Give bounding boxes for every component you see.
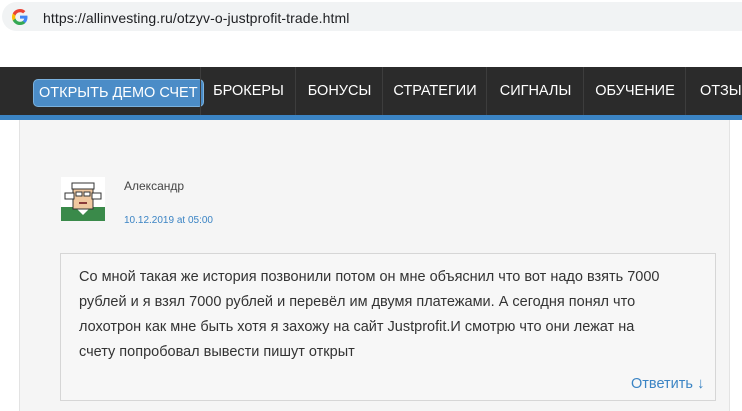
open-demo-account-button[interactable]: ОТКРЫТЬ ДЕМО СЧЕТ xyxy=(33,79,204,107)
reply-link[interactable]: Ответить ↓ xyxy=(631,375,704,392)
comment-author: Александр xyxy=(124,179,185,193)
google-g-icon xyxy=(12,9,28,25)
avatar-icon xyxy=(61,177,105,221)
reply-label: Ответить xyxy=(631,376,693,392)
nav-item-reviews[interactable]: ОТЗЫВЫ xyxy=(685,67,742,115)
nav-item-strategies[interactable]: СТРАТЕГИИ xyxy=(382,67,487,115)
nav-item-signals[interactable]: СИГНАЛЫ xyxy=(486,67,584,115)
nav-item-education[interactable]: ОБУЧЕНИЕ xyxy=(583,67,686,115)
arrow-down-icon: ↓ xyxy=(696,375,705,392)
comment-date[interactable]: 10.12.2019 at 05:00 xyxy=(124,215,213,226)
url-field[interactable]: https://allinvesting.ru/otzyv-o-justprof… xyxy=(2,2,742,31)
comment-line: лохотрон как мне быть хотя я захожу на с… xyxy=(79,319,635,335)
url-text: https://allinvesting.ru/otzyv-o-justprof… xyxy=(43,10,350,26)
nav-item-brokers[interactable]: БРОКЕРЫ xyxy=(200,67,296,115)
address-bar: https://allinvesting.ru/otzyv-o-justprof… xyxy=(0,0,742,34)
comment-line: Со мной такая же история позвонили потом… xyxy=(79,269,660,285)
main-nav: ОТКРЫТЬ ДЕМО СЧЕТ БРОКЕРЫ БОНУСЫ СТРАТЕГ… xyxy=(0,67,742,120)
nav-item-bonuses[interactable]: БОНУСЫ xyxy=(295,67,383,115)
comment-text: Со мной такая же история позвонили потом… xyxy=(79,265,709,365)
comment-line: рублей и я взял 7000 рублей и перевёл им… xyxy=(79,294,636,310)
comment-line: счету попробовал вывести пишут открыт xyxy=(79,344,355,360)
